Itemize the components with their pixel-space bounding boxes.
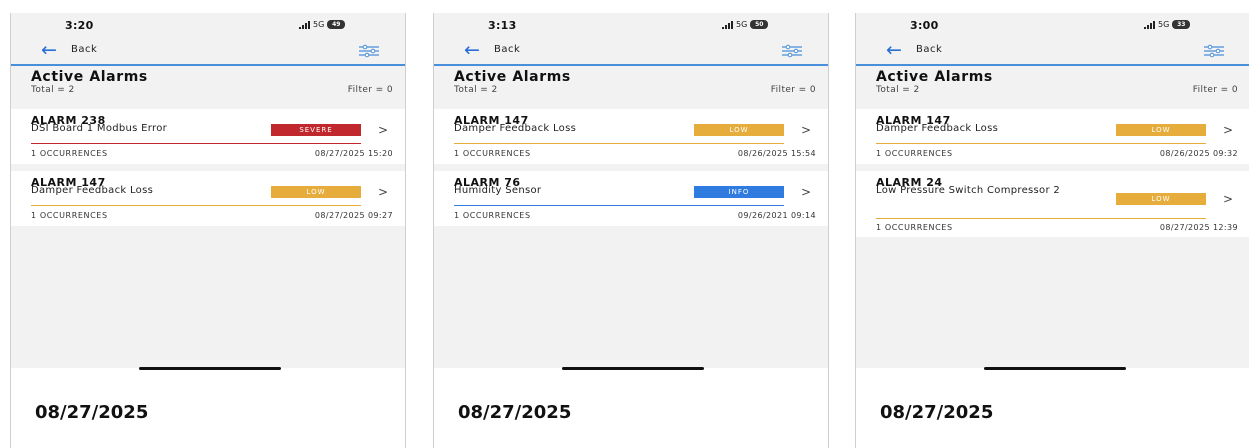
chevron-right-icon[interactable]: > bbox=[801, 123, 811, 137]
severity-badge: LOW bbox=[1116, 193, 1206, 205]
alarm-timestamp: 08/27/2025 15:20 bbox=[314, 149, 393, 158]
network-type: 5G bbox=[736, 20, 748, 29]
total-count: Total = 2 bbox=[876, 85, 920, 95]
clock: 3:13 bbox=[488, 19, 517, 32]
alarm-card[interactable]: ALARM 24 Low Pressure Switch Compressor … bbox=[856, 171, 1249, 237]
occurrence-count: 1 OCCURRENCES bbox=[876, 223, 953, 232]
chevron-right-icon[interactable]: > bbox=[1223, 123, 1233, 137]
network-type: 5G bbox=[313, 20, 325, 29]
alarm-timestamp: 08/26/2025 15:54 bbox=[737, 149, 816, 158]
alarm-timestamp: 09/26/2021 09:14 bbox=[737, 211, 816, 220]
chevron-right-icon[interactable]: > bbox=[378, 185, 388, 199]
alarm-description: DSI Board 1 Modbus Error bbox=[31, 123, 168, 134]
alarm-card[interactable]: ALARM 147 Damper Feedback Loss LOW > 1 O… bbox=[434, 109, 828, 164]
phone-screen: 3:00 5G 33 ← Back Active Alarms Total = … bbox=[855, 13, 1249, 448]
chevron-right-icon[interactable]: > bbox=[378, 123, 388, 137]
filter-count: Filter = 0 bbox=[347, 85, 393, 95]
page-title: Active Alarms bbox=[454, 69, 571, 85]
severity-rule bbox=[876, 218, 1206, 219]
signal-indicator: 5G 49 bbox=[299, 20, 346, 29]
battery-icon: 49 bbox=[327, 20, 346, 29]
network-type: 5G bbox=[1158, 20, 1170, 29]
occurrence-count: 1 OCCURRENCES bbox=[454, 211, 531, 220]
status-bar: 3:13 5G 50 bbox=[434, 13, 828, 37]
header-divider bbox=[11, 64, 405, 66]
alarm-description: Damper Feedback Loss bbox=[876, 123, 999, 134]
phone-screen: 3:13 5G 50 ← Back Active Alarms Total = … bbox=[433, 13, 829, 448]
nav-bar: ← Back bbox=[856, 40, 1249, 64]
alarm-card[interactable]: ALARM 238 DSI Board 1 Modbus Error SEVER… bbox=[11, 109, 405, 164]
occurrence-count: 1 OCCURRENCES bbox=[31, 149, 108, 158]
severity-badge: SEVERE bbox=[271, 124, 361, 136]
sliders-icon[interactable] bbox=[782, 43, 802, 59]
header-divider bbox=[434, 64, 828, 66]
left-arrow-icon[interactable]: ← bbox=[464, 40, 480, 60]
home-indicator bbox=[562, 367, 704, 370]
sliders-icon[interactable] bbox=[359, 43, 379, 59]
clock: 3:20 bbox=[65, 19, 94, 32]
severity-badge: LOW bbox=[1116, 124, 1206, 136]
status-bar: 3:00 5G 33 bbox=[856, 13, 1249, 37]
severity-rule bbox=[31, 143, 361, 144]
page-title: Active Alarms bbox=[31, 69, 148, 85]
header-divider bbox=[856, 64, 1249, 66]
total-count: Total = 2 bbox=[31, 85, 75, 95]
caption-area: 08/27/2025 bbox=[11, 367, 405, 448]
sliders-icon[interactable] bbox=[1204, 43, 1224, 59]
status-bar: 3:20 5G 49 bbox=[11, 13, 405, 37]
alarm-card[interactable]: ALARM 147 Damper Feedback Loss LOW > 1 O… bbox=[856, 109, 1249, 164]
occurrence-count: 1 OCCURRENCES bbox=[454, 149, 531, 158]
back-button[interactable]: Back bbox=[71, 44, 97, 55]
alarm-description: Damper Feedback Loss bbox=[31, 185, 154, 196]
page-title: Active Alarms bbox=[876, 69, 993, 85]
clock: 3:00 bbox=[910, 19, 939, 32]
signal-indicator: 5G 33 bbox=[1144, 20, 1191, 29]
signal-indicator: 5G 50 bbox=[722, 20, 769, 29]
signal-bars-icon bbox=[1144, 20, 1155, 29]
phone-screen: 3:20 5G 49 ← Back Active Alarms Total = … bbox=[10, 13, 406, 448]
severity-rule bbox=[876, 143, 1206, 144]
signal-bars-icon bbox=[299, 20, 310, 29]
alarm-description: Low Pressure Switch Compressor 2 bbox=[876, 185, 1061, 196]
severity-badge: INFO bbox=[694, 186, 784, 198]
severity-badge: LOW bbox=[271, 186, 361, 198]
screenshot-date-caption: 08/27/2025 bbox=[458, 402, 572, 423]
screenshot-date-caption: 08/27/2025 bbox=[35, 402, 149, 423]
left-arrow-icon[interactable]: ← bbox=[886, 40, 902, 60]
chevron-right-icon[interactable]: > bbox=[1223, 192, 1233, 206]
nav-bar: ← Back bbox=[11, 40, 405, 64]
alarm-card[interactable]: ALARM 147 Damper Feedback Loss LOW > 1 O… bbox=[11, 171, 405, 226]
occurrence-count: 1 OCCURRENCES bbox=[876, 149, 953, 158]
home-indicator bbox=[139, 367, 281, 370]
alarm-timestamp: 08/26/2025 09:32 bbox=[1159, 149, 1238, 158]
left-arrow-icon[interactable]: ← bbox=[41, 40, 57, 60]
severity-badge: LOW bbox=[694, 124, 784, 136]
total-count: Total = 2 bbox=[454, 85, 498, 95]
severity-rule bbox=[454, 143, 784, 144]
caption-area: 08/27/2025 bbox=[856, 367, 1249, 448]
alarm-card[interactable]: ALARM 76 Humidity Sensor INFO > 1 OCCURR… bbox=[434, 171, 828, 226]
alarm-description: Humidity Sensor bbox=[454, 185, 542, 196]
occurrence-count: 1 OCCURRENCES bbox=[31, 211, 108, 220]
chevron-right-icon[interactable]: > bbox=[801, 185, 811, 199]
screenshot-date-caption: 08/27/2025 bbox=[880, 402, 994, 423]
filter-count: Filter = 0 bbox=[1192, 85, 1238, 95]
alarm-timestamp: 08/27/2025 12:39 bbox=[1159, 223, 1238, 232]
back-button[interactable]: Back bbox=[916, 44, 942, 55]
caption-area: 08/27/2025 bbox=[434, 367, 828, 448]
back-button[interactable]: Back bbox=[494, 44, 520, 55]
alarm-timestamp: 08/27/2025 09:27 bbox=[314, 211, 393, 220]
alarm-description: Damper Feedback Loss bbox=[454, 123, 577, 134]
battery-icon: 33 bbox=[1172, 20, 1191, 29]
home-indicator bbox=[984, 367, 1126, 370]
severity-rule bbox=[454, 205, 784, 206]
nav-bar: ← Back bbox=[434, 40, 828, 64]
battery-icon: 50 bbox=[750, 20, 769, 29]
filter-count: Filter = 0 bbox=[770, 85, 816, 95]
signal-bars-icon bbox=[722, 20, 733, 29]
severity-rule bbox=[31, 205, 361, 206]
